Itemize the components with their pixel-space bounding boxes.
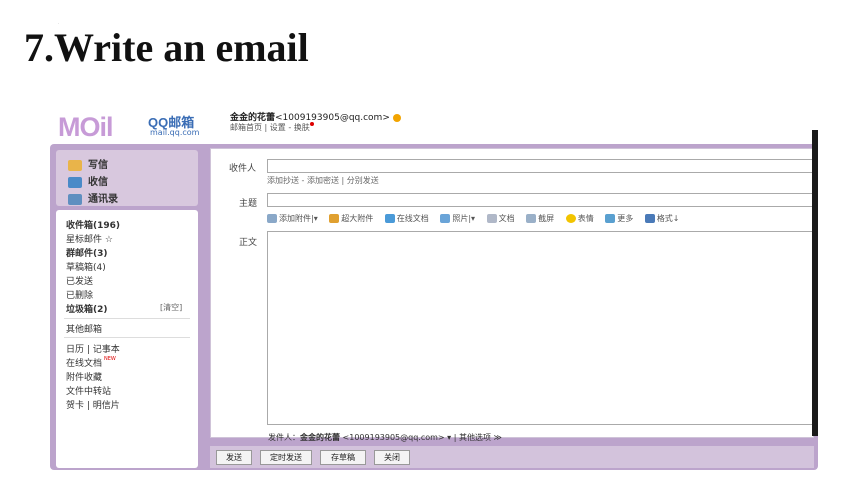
- new-badge: NEW: [104, 356, 116, 362]
- pencil-icon: [68, 159, 82, 171]
- cc-bcc-links[interactable]: 添加抄送 - 添加密送 | 分别发送: [267, 175, 379, 186]
- font-format-icon: [644, 214, 655, 223]
- tool-calendar-notes[interactable]: 日历 | 记事本: [66, 342, 120, 355]
- inbox-icon: [68, 176, 82, 188]
- notify-dot-icon: [309, 122, 314, 126]
- write-button[interactable]: 写信: [68, 156, 108, 171]
- compose-panel: 收件人 添加抄送 - 添加密送 | 分别发送 主题 添加附件|▾ 超大附件 在线…: [210, 148, 814, 438]
- sidebar-actions: 写信 收信 通讯录: [56, 150, 198, 206]
- tool-file-transfer[interactable]: 文件中转站: [66, 384, 111, 397]
- folder-starred[interactable]: 星标邮件 ☆: [66, 232, 113, 245]
- sidebar-folders: 收件箱(196) 星标邮件 ☆ 群邮件(3) 草稿箱(4) 已发送 已删除 垃圾…: [56, 210, 198, 468]
- tool-cards[interactable]: 贺卡 | 明信片: [66, 398, 120, 411]
- paperclip-icon: [267, 214, 277, 223]
- body-editor[interactable]: [267, 231, 813, 425]
- folder-deleted[interactable]: 已删除: [66, 288, 93, 301]
- slide-title: 7.Write an email: [24, 25, 309, 70]
- other-mailbox[interactable]: 其他邮箱: [66, 322, 102, 335]
- scrollbar[interactable]: [812, 130, 818, 436]
- folder-group[interactable]: 群邮件(3): [66, 246, 108, 259]
- qq-mail-screenshot: MOil QQ邮箱 mail.qq.com 金金的花蕾<1009193905@q…: [42, 104, 818, 472]
- to-label: 收件人: [229, 164, 257, 174]
- tool-online-docs[interactable]: 在线文档 NEW: [66, 356, 116, 369]
- add-attachment-button[interactable]: 添加附件|▾: [267, 213, 318, 224]
- sender-name[interactable]: 金金的花蕾: [300, 433, 340, 442]
- folder-drafts[interactable]: 草稿箱(4): [66, 260, 106, 273]
- subject-label: 主题: [239, 199, 258, 209]
- photo-icon: [440, 214, 451, 223]
- tool-attachments[interactable]: 附件收藏: [66, 370, 102, 383]
- to-input[interactable]: [267, 159, 813, 173]
- smiley-icon: [565, 214, 576, 223]
- sender-label: 发件人：: [268, 433, 300, 442]
- save-draft-button[interactable]: 存草稿: [320, 450, 366, 465]
- timed-send-button[interactable]: 定时发送: [260, 450, 312, 465]
- action-bar: 发送 定时发送 存草稿 关闭: [210, 446, 814, 468]
- divider: [64, 337, 190, 338]
- sender-email[interactable]: <1009193905@qq.com> ▾ | 其他选项 ≫: [343, 433, 502, 442]
- subject-input[interactable]: [267, 193, 813, 207]
- document-button[interactable]: 文档: [486, 213, 515, 224]
- emoji-button[interactable]: 表情: [565, 213, 594, 224]
- sender-row: 发件人：金金的花蕾 <1009193905@qq.com> ▾ | 其他选项 ≫: [268, 432, 502, 443]
- screenshot-button[interactable]: 截屏: [526, 213, 554, 224]
- scissors-icon: [526, 214, 537, 223]
- contacts-button[interactable]: 通讯录: [68, 190, 118, 205]
- account-links[interactable]: 邮箱首页 | 设置 - 换肤: [230, 122, 314, 133]
- online-doc-button[interactable]: 在线文档: [384, 213, 429, 224]
- folder-inbox[interactable]: 收件箱(196): [66, 218, 120, 231]
- send-button[interactable]: 发送: [216, 450, 252, 465]
- status-icon: [392, 113, 401, 122]
- receive-button[interactable]: 收信: [68, 173, 108, 188]
- folder-spam[interactable]: 垃圾箱(2): [66, 302, 108, 315]
- divider: [64, 318, 190, 319]
- photo-button[interactable]: 照片|▾: [440, 213, 475, 224]
- format-button[interactable]: 格式↓: [644, 213, 680, 224]
- clear-spam-link[interactable]: [清空]: [160, 302, 182, 313]
- contacts-icon: [68, 193, 82, 205]
- large-attachment-button[interactable]: 超大附件: [329, 213, 373, 224]
- folder-sent[interactable]: 已发送: [66, 274, 93, 287]
- more-button[interactable]: 更多: [605, 213, 633, 224]
- logo-mail-text: MOil: [58, 112, 113, 142]
- close-button[interactable]: 关闭: [374, 450, 410, 465]
- grid-icon: [605, 214, 616, 223]
- compose-toolbar: 添加附件|▾ 超大附件 在线文档 照片|▾ 文档 截屏 表情 更多 格式↓: [267, 213, 689, 224]
- document-icon: [486, 214, 497, 223]
- logo-domain: mail.qq.com: [150, 128, 200, 137]
- body-label: 正文: [239, 238, 258, 248]
- large-clip-icon: [329, 214, 340, 223]
- cloud-doc-icon: [384, 214, 395, 223]
